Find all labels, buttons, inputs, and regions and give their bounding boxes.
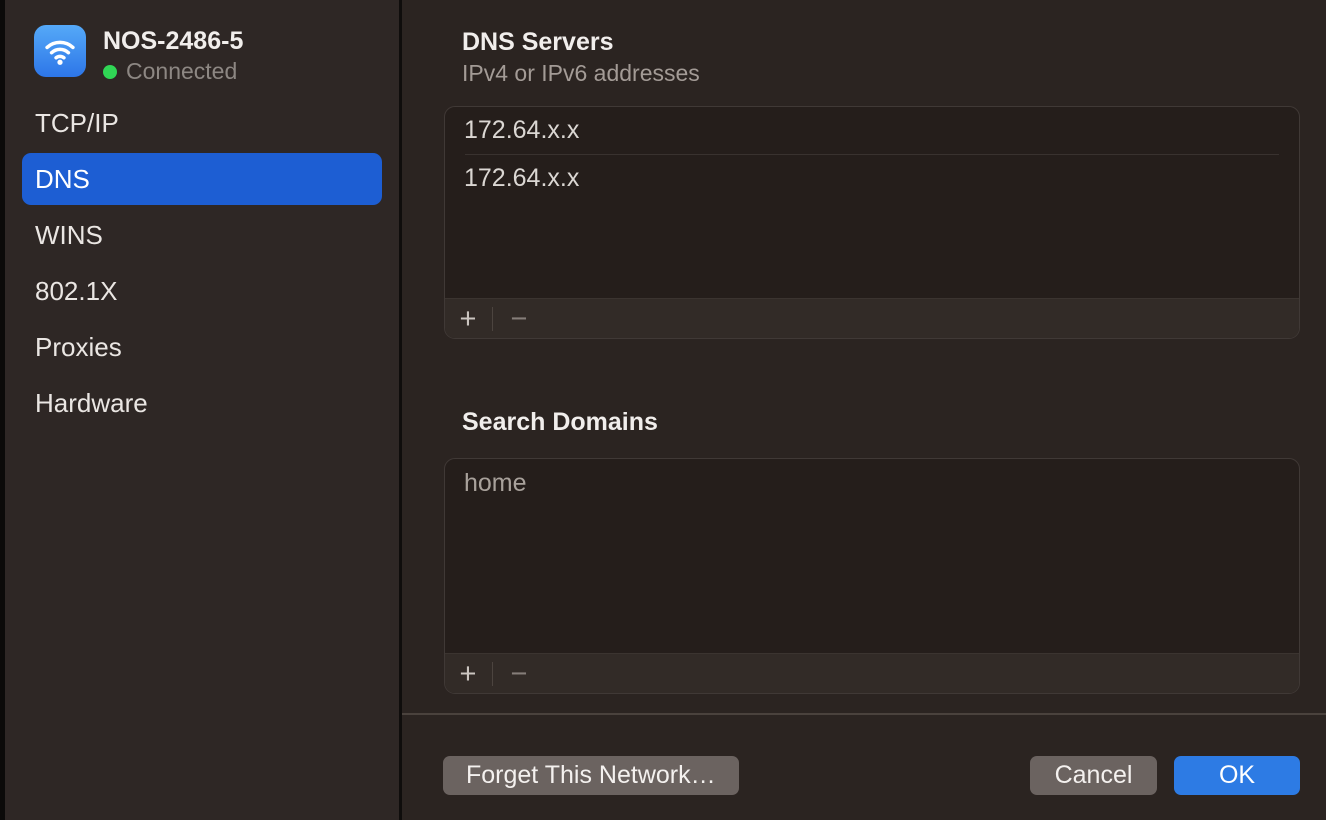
sidebar-item-hardware[interactable]: Hardware — [22, 377, 382, 429]
search-domains-list-footer: + − — [445, 653, 1299, 693]
connected-label: Connected — [126, 58, 237, 85]
network-name: NOS-2486-5 — [103, 27, 243, 56]
sidebar: NOS-2486-5 Connected TCP/IP DNS WINS 802… — [5, 0, 399, 820]
dns-server-row[interactable]: 172.64.x.x — [445, 155, 1299, 202]
forget-network-button[interactable]: Forget This Network… — [443, 756, 739, 795]
sidebar-item-8021x[interactable]: 802.1X — [22, 265, 382, 317]
cancel-button[interactable]: Cancel — [1030, 756, 1157, 795]
footer-divider — [402, 713, 1326, 715]
sidebar-item-label: WINS — [35, 220, 103, 251]
dns-servers-list: 172.64.x.x 172.64.x.x + − — [444, 106, 1300, 339]
sidebar-item-label: TCP/IP — [35, 108, 119, 139]
sidebar-item-label: 802.1X — [35, 276, 117, 307]
network-status: Connected — [103, 58, 237, 85]
sidebar-item-tcpip[interactable]: TCP/IP — [22, 97, 382, 149]
dns-servers-title: DNS Servers — [462, 28, 613, 57]
dns-servers-list-footer: + − — [445, 298, 1299, 338]
sidebar-nav: TCP/IP DNS WINS 802.1X Proxies Hardware — [22, 97, 382, 433]
search-domains-title: Search Domains — [462, 408, 658, 437]
footer-separator — [492, 307, 493, 331]
dns-pane: DNS Servers IPv4 or IPv6 addresses 172.6… — [402, 0, 1326, 820]
remove-search-domain-button[interactable]: − — [506, 655, 532, 693]
sidebar-item-label: Proxies — [35, 332, 122, 363]
dns-servers-subtitle: IPv4 or IPv6 addresses — [462, 60, 700, 87]
search-domain-row[interactable]: home — [445, 459, 1299, 507]
network-header — [34, 25, 86, 77]
add-dns-server-button[interactable]: + — [455, 300, 481, 338]
footer-separator — [492, 662, 493, 686]
ok-button[interactable]: OK — [1174, 756, 1300, 795]
connected-dot-icon — [103, 65, 117, 79]
sidebar-item-proxies[interactable]: Proxies — [22, 321, 382, 373]
wifi-icon — [34, 25, 86, 77]
remove-dns-server-button[interactable]: − — [506, 300, 532, 338]
dns-server-row[interactable]: 172.64.x.x — [445, 107, 1299, 154]
sidebar-item-dns[interactable]: DNS — [22, 153, 382, 205]
add-search-domain-button[interactable]: + — [455, 655, 481, 693]
sidebar-item-wins[interactable]: WINS — [22, 209, 382, 261]
sidebar-item-label: DNS — [35, 164, 90, 195]
search-domains-list: home + − — [444, 458, 1300, 694]
sidebar-item-label: Hardware — [35, 388, 148, 419]
